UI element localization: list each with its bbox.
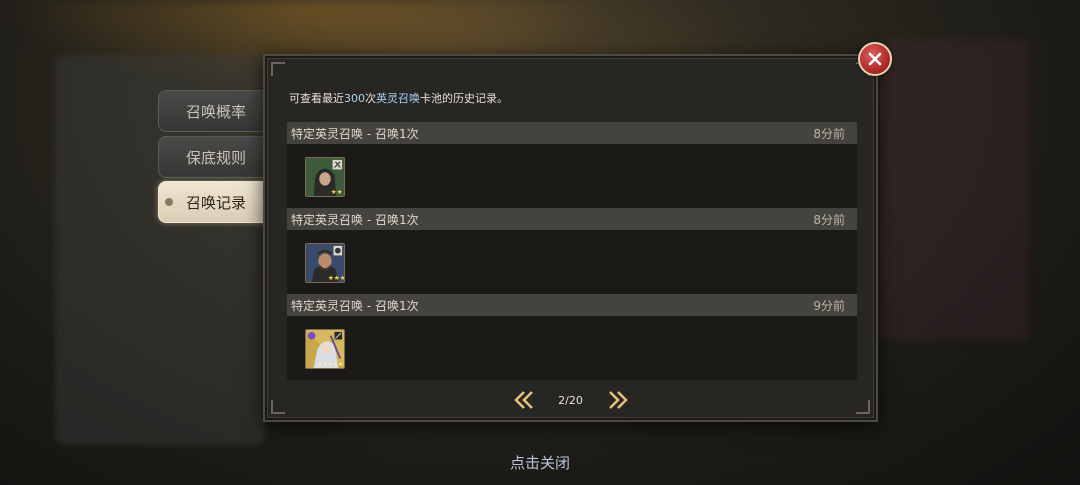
desc-count: 300 [344,92,365,105]
hooded-archer-portrait-icon[interactable]: ★★ [305,157,345,197]
record-title: 特定英灵召唤 - 召唤1次 [291,212,419,227]
bearded-warrior-portrait-icon[interactable]: ★★★ [305,243,345,283]
pagination: 2/20 [265,388,876,412]
close-icon [868,52,882,66]
record-header: 特定英灵召唤 - 召唤1次 8分前 [287,208,857,230]
active-tab-pin-icon [165,198,173,206]
record-time: 8分前 [813,126,845,141]
tab-guarantee-rules[interactable]: 保底规则 [158,136,268,178]
record-header: 特定英灵召唤 - 召唤1次 9分前 [287,294,857,316]
click-to-close-hint[interactable]: 点击关闭 [0,452,1080,473]
record-time: 9分前 [813,298,845,313]
corner-ornament [271,62,285,76]
tab-summon-probability[interactable]: 召唤概率 [158,90,268,132]
record-time: 8分前 [813,212,845,227]
page-indicator: 2/20 [558,393,583,407]
tab-label: 召唤概率 [186,102,247,121]
record-header: 特定英灵召唤 - 召唤1次 8分前 [287,122,857,144]
background-right-panel [878,40,1028,340]
tab-label: 召唤记录 [186,193,247,212]
record-item: 特定英灵召唤 - 召唤1次 9分前 ★★★★★ [287,294,857,380]
desc-middle: 次 [365,92,376,105]
desc-prefix: 可查看最近 [289,92,344,105]
svg-text:★★★★★: ★★★★★ [317,361,343,368]
silver-hair-mage-portrait-icon[interactable]: ★★★★★ [305,329,345,369]
svg-text:★★: ★★ [331,188,343,196]
summon-records-panel: 可查看最近300次英灵召唤卡池的历史记录。 特定英灵召唤 - 召唤1次 8分前 … [263,54,878,422]
tab-summon-records[interactable]: 召唤记录 [158,181,268,223]
svg-text:★★★: ★★★ [328,274,344,282]
record-item: 特定英灵召唤 - 召唤1次 8分前 ★★★ [287,208,857,294]
desc-suffix: 卡池的历史记录。 [420,92,508,105]
next-page-chevron-icon[interactable] [605,389,631,411]
tab-label: 保底规则 [186,148,247,167]
record-title: 特定英灵召唤 - 召唤1次 [291,298,419,313]
close-button[interactable] [858,42,892,76]
records-description: 可查看最近300次英灵召唤卡池的历史记录。 [289,90,508,106]
record-title: 特定英灵召唤 - 召唤1次 [291,126,419,141]
previous-page-chevron-icon[interactable] [511,389,537,411]
record-item: 特定英灵召唤 - 召唤1次 8分前 ★★ [287,122,857,208]
desc-pool-name: 英灵召唤 [376,92,420,105]
